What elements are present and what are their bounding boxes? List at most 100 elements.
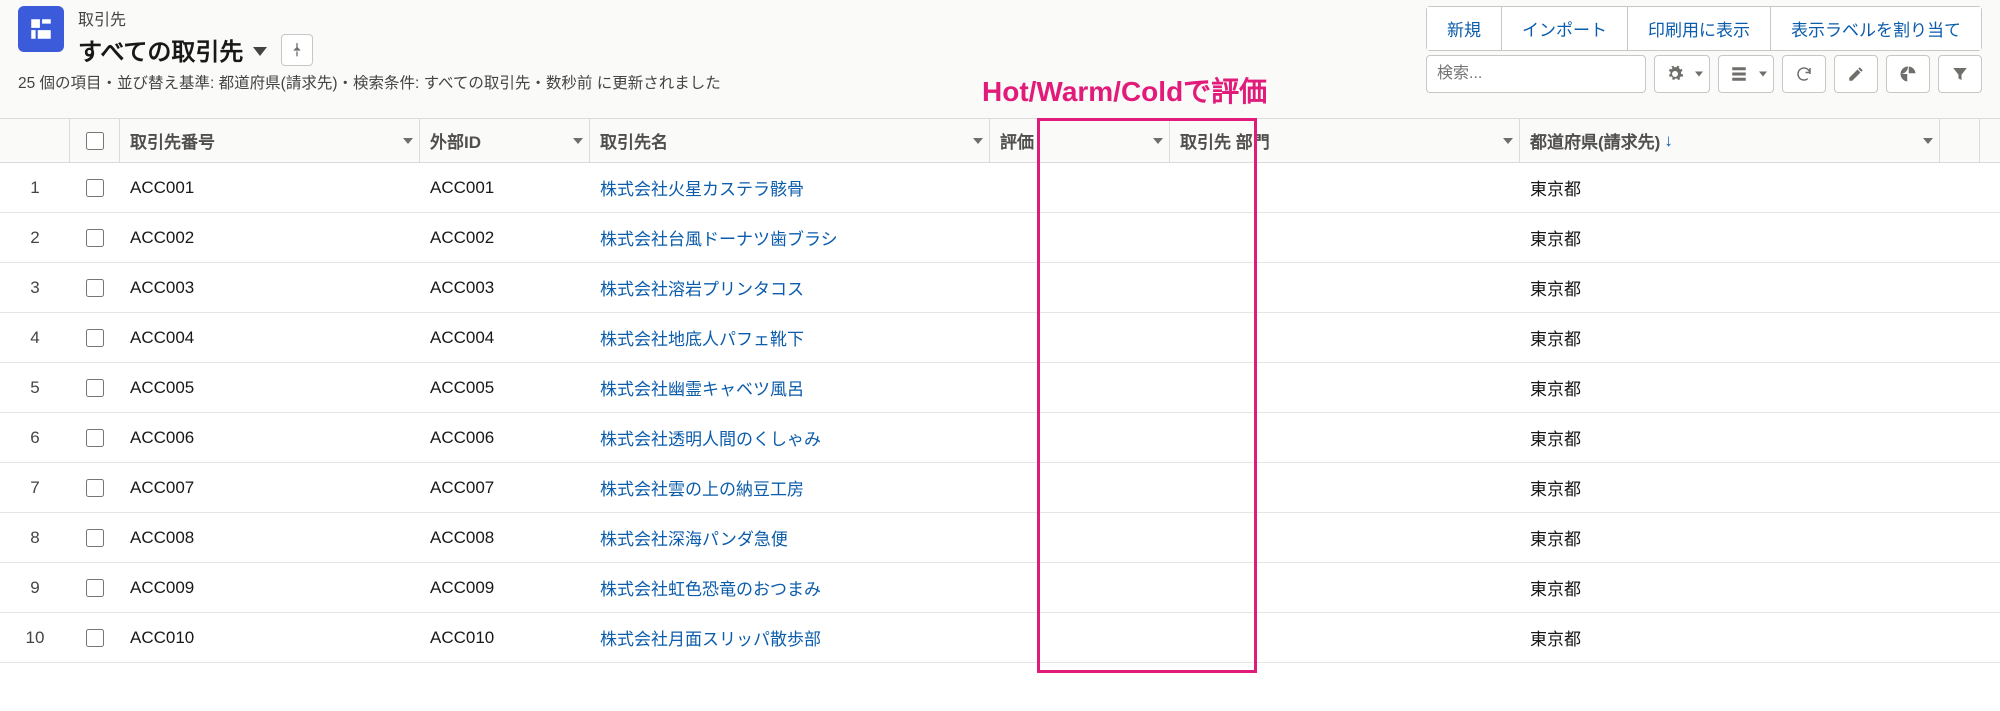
- account-link[interactable]: 株式会社火星カステラ骸骨: [600, 175, 804, 200]
- cell-account-number: ACC010: [120, 613, 420, 662]
- account-link[interactable]: 株式会社溶岩プリンタコス: [600, 275, 804, 300]
- select-all-checkbox[interactable]: [86, 132, 104, 150]
- table-row: 5ACC005ACC005株式会社幽霊キャベツ風呂東京都: [0, 363, 2000, 413]
- row-checkbox[interactable]: [86, 329, 104, 347]
- cell-prefecture: 東京都: [1520, 413, 1940, 462]
- cell-account-name[interactable]: 株式会社月面スリッパ散歩部: [590, 613, 990, 662]
- cell-account-name[interactable]: 株式会社溶岩プリンタコス: [590, 263, 990, 312]
- row-select[interactable]: [70, 263, 120, 312]
- row-number: 5: [0, 363, 70, 412]
- row-number: 4: [0, 313, 70, 362]
- account-link[interactable]: 株式会社台風ドーナツ歯ブラシ: [600, 225, 838, 250]
- header-external-id[interactable]: 外部ID: [420, 119, 590, 162]
- account-link[interactable]: 株式会社地底人パフェ靴下: [600, 325, 804, 350]
- row-number: 10: [0, 613, 70, 662]
- cell-account-number: ACC005: [120, 363, 420, 412]
- row-select[interactable]: [70, 513, 120, 562]
- chevron-down-icon: [573, 138, 583, 144]
- cell-department: [1170, 613, 1520, 662]
- row-checkbox[interactable]: [86, 229, 104, 247]
- cell-rating: [990, 313, 1170, 362]
- edit-button[interactable]: [1834, 55, 1878, 93]
- assign-label-button[interactable]: 表示ラベルを割り当て: [1771, 7, 1981, 50]
- header-prefecture[interactable]: 都道府県(請求先) ↓: [1520, 119, 1940, 162]
- account-link[interactable]: 株式会社深海パンダ急便: [600, 525, 788, 550]
- row-checkbox[interactable]: [86, 579, 104, 597]
- cell-rating: [990, 513, 1170, 562]
- row-select[interactable]: [70, 463, 120, 512]
- cell-rating: [990, 613, 1170, 662]
- row-checkbox[interactable]: [86, 629, 104, 647]
- settings-button[interactable]: [1654, 55, 1710, 93]
- header-rating[interactable]: 評価: [990, 119, 1170, 162]
- row-checkbox[interactable]: [86, 179, 104, 197]
- pin-list-view-button[interactable]: [281, 34, 313, 66]
- account-link[interactable]: 株式会社月面スリッパ散歩部: [600, 625, 821, 650]
- account-link[interactable]: 株式会社虹色恐竜のおつまみ: [600, 575, 821, 600]
- row-number: 3: [0, 263, 70, 312]
- row-number: 8: [0, 513, 70, 562]
- cell-trailing: [1940, 313, 1980, 362]
- account-link[interactable]: 株式会社雲の上の納豆工房: [600, 475, 804, 500]
- chevron-down-icon: [1923, 138, 1933, 144]
- account-link[interactable]: 株式会社透明人間のくしゃみ: [600, 425, 821, 450]
- row-checkbox[interactable]: [86, 479, 104, 497]
- cell-trailing: [1940, 513, 1980, 562]
- filter-button[interactable]: [1938, 55, 1982, 93]
- chevron-down-icon: [403, 138, 413, 144]
- cell-account-name[interactable]: 株式会社深海パンダ急便: [590, 513, 990, 562]
- row-checkbox[interactable]: [86, 529, 104, 547]
- accounts-table: 取引先番号 外部ID 取引先名 評価 取引先 部門 都道府県(請求先) ↓ 1 A…: [0, 118, 2000, 711]
- row-select[interactable]: [70, 213, 120, 262]
- cell-account-name[interactable]: 株式会社虹色恐竜のおつまみ: [590, 563, 990, 612]
- cell-account-name[interactable]: 株式会社透明人間のくしゃみ: [590, 413, 990, 462]
- annotation-label: Hot/Warm/Coldで評価: [982, 70, 1267, 110]
- cell-trailing: [1940, 363, 1980, 412]
- refresh-button[interactable]: [1782, 55, 1826, 93]
- row-select[interactable]: [70, 563, 120, 612]
- cell-account-number: ACC003: [120, 263, 420, 312]
- cell-external-id: ACC003: [420, 263, 590, 312]
- header-trailing: [1940, 119, 1980, 162]
- row-checkbox[interactable]: [86, 379, 104, 397]
- row-select[interactable]: [70, 363, 120, 412]
- cell-trailing: [1940, 163, 1980, 212]
- row-select[interactable]: [70, 313, 120, 362]
- cell-account-name[interactable]: 株式会社台風ドーナツ歯ブラシ: [590, 213, 990, 262]
- row-select[interactable]: [70, 613, 120, 662]
- table-row: 2ACC002ACC002株式会社台風ドーナツ歯ブラシ東京都: [0, 213, 2000, 263]
- accounts-icon: [18, 6, 64, 52]
- table-row: 10ACC010ACC010株式会社月面スリッパ散歩部東京都: [0, 613, 2000, 663]
- row-checkbox[interactable]: [86, 429, 104, 447]
- row-checkbox[interactable]: [86, 279, 104, 297]
- cell-account-name[interactable]: 株式会社地底人パフェ靴下: [590, 313, 990, 362]
- row-select[interactable]: [70, 163, 120, 212]
- cell-account-name[interactable]: 株式会社火星カステラ骸骨: [590, 163, 990, 212]
- action-bar: 新規 インポート 印刷用に表示 表示ラベルを割り当て: [1426, 6, 1982, 51]
- print-view-button[interactable]: 印刷用に表示: [1628, 7, 1771, 50]
- chart-button[interactable]: [1886, 55, 1930, 93]
- cell-prefecture: 東京都: [1520, 363, 1940, 412]
- header-account-name[interactable]: 取引先名: [590, 119, 990, 162]
- list-toolbar: [1426, 55, 1982, 93]
- display-as-button[interactable]: [1718, 55, 1774, 93]
- cell-trailing: [1940, 263, 1980, 312]
- list-view-title[interactable]: すべての取引先: [78, 32, 243, 67]
- header-department[interactable]: 取引先 部門: [1170, 119, 1520, 162]
- header-account-number[interactable]: 取引先番号: [120, 119, 420, 162]
- new-button[interactable]: 新規: [1427, 7, 1502, 50]
- table-row: 9ACC009ACC009株式会社虹色恐竜のおつまみ東京都: [0, 563, 2000, 613]
- search-input[interactable]: [1426, 55, 1646, 93]
- cell-external-id: ACC001: [420, 163, 590, 212]
- row-number: 1: [0, 163, 70, 212]
- row-number: 9: [0, 563, 70, 612]
- import-button[interactable]: インポート: [1502, 7, 1628, 50]
- row-select[interactable]: [70, 413, 120, 462]
- header-select-all[interactable]: [70, 119, 120, 162]
- cell-account-name[interactable]: 株式会社雲の上の納豆工房: [590, 463, 990, 512]
- account-link[interactable]: 株式会社幽霊キャベツ風呂: [600, 375, 804, 400]
- cell-external-id: ACC010: [420, 613, 590, 662]
- list-view-switcher-caret-icon[interactable]: [253, 47, 267, 56]
- cell-external-id: ACC008: [420, 513, 590, 562]
- cell-account-name[interactable]: 株式会社幽霊キャベツ風呂: [590, 363, 990, 412]
